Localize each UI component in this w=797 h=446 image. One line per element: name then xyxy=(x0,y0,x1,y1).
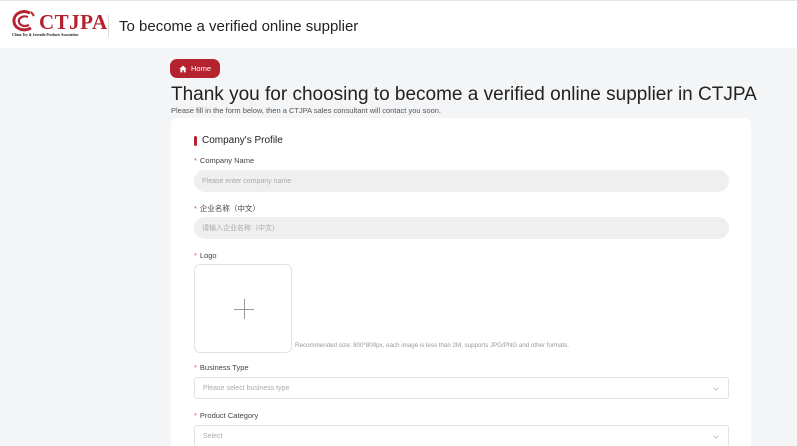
product-category-placeholder: Select xyxy=(203,432,223,440)
header-title: To become a verified online supplier xyxy=(119,18,359,35)
company-name-cn-input[interactable]: 请输入企业名称（中文） xyxy=(194,217,729,239)
chevron-down-icon xyxy=(713,435,719,439)
section-title: Company's Profile xyxy=(202,135,283,146)
company-profile-form: Company's Profile * Company Name Please e… xyxy=(171,118,751,446)
required-mark: * xyxy=(194,156,197,165)
logo-subtext: China Toy & Juvenile Products Associatio… xyxy=(12,33,79,37)
required-mark: * xyxy=(194,251,197,260)
logo-label: * Logo xyxy=(194,251,217,260)
ctjpa-logo[interactable]: CTJPA China Toy & Juvenile Products Asso… xyxy=(12,10,112,42)
business-type-select[interactable]: Please select business type xyxy=(194,377,729,399)
company-name-cn-placeholder: 请输入企业名称（中文） xyxy=(202,225,279,232)
home-icon xyxy=(179,65,187,72)
ctjpa-logo-mark-icon xyxy=(12,10,35,32)
page-title: Thank you for choosing to become a verif… xyxy=(171,84,757,105)
business-type-label: * Business Type xyxy=(194,363,249,372)
company-name-cn-label-text: 企业名称（中文） xyxy=(199,204,260,213)
header-divider xyxy=(108,15,109,37)
product-category-label: * Product Category xyxy=(194,411,258,420)
page-subtitle: Please fill in the form below, then a CT… xyxy=(171,106,441,115)
logo-text: CTJPA xyxy=(39,10,108,34)
business-type-label-text: Business Type xyxy=(199,363,249,372)
section-accent-bar xyxy=(194,135,197,146)
company-name-label-text: Company Name xyxy=(199,156,255,165)
business-type-placeholder: Please select business type xyxy=(203,384,290,392)
product-category-select[interactable]: Select xyxy=(194,425,729,446)
required-mark: * xyxy=(194,204,197,213)
company-name-cn-label: * 企业名称（中文） xyxy=(194,203,260,214)
logo-upload-hint: Recommended size: 800*800px, each image … xyxy=(295,342,570,349)
required-mark: * xyxy=(194,411,197,420)
company-name-label: * Company Name xyxy=(194,156,254,165)
company-name-input[interactable]: Please enter company name xyxy=(194,170,729,192)
home-button[interactable]: Home xyxy=(170,59,221,78)
product-category-label-text: Product Category xyxy=(199,411,259,420)
company-name-placeholder: Please enter company name xyxy=(202,177,292,185)
top-header: CTJPA China Toy & Juvenile Products Asso… xyxy=(0,0,797,48)
logo-label-text: Logo xyxy=(199,251,217,260)
section-header: Company's Profile xyxy=(194,135,283,146)
logo-upload[interactable] xyxy=(194,264,292,353)
chevron-down-icon xyxy=(713,387,719,391)
home-button-label: Home xyxy=(191,64,212,73)
required-mark: * xyxy=(194,363,197,372)
